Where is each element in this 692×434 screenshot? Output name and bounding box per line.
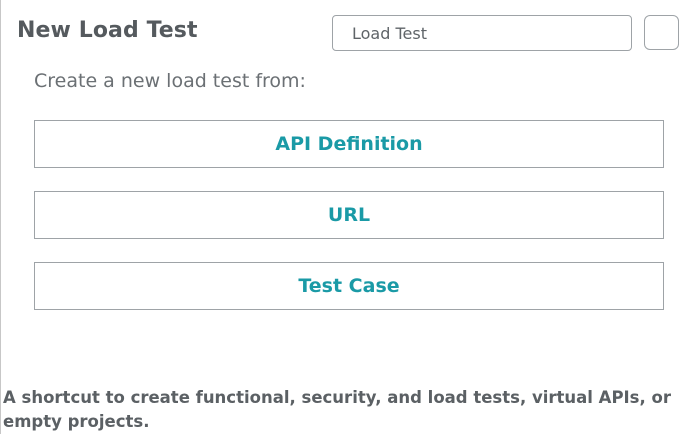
load-test-name-input[interactable] <box>332 15 632 51</box>
new-load-test-panel: New Load Test Create a new load test fro… <box>0 0 692 434</box>
create-from-label: Create a new load test from: <box>34 70 306 92</box>
shortcut-description: A shortcut to create functional, securit… <box>3 388 671 431</box>
square-button[interactable] <box>644 15 679 50</box>
test-case-button[interactable]: Test Case <box>34 262 664 310</box>
page-title: New Load Test <box>17 18 198 43</box>
url-button[interactable]: URL <box>34 191 664 239</box>
api-definition-button[interactable]: API Definition <box>34 120 664 168</box>
